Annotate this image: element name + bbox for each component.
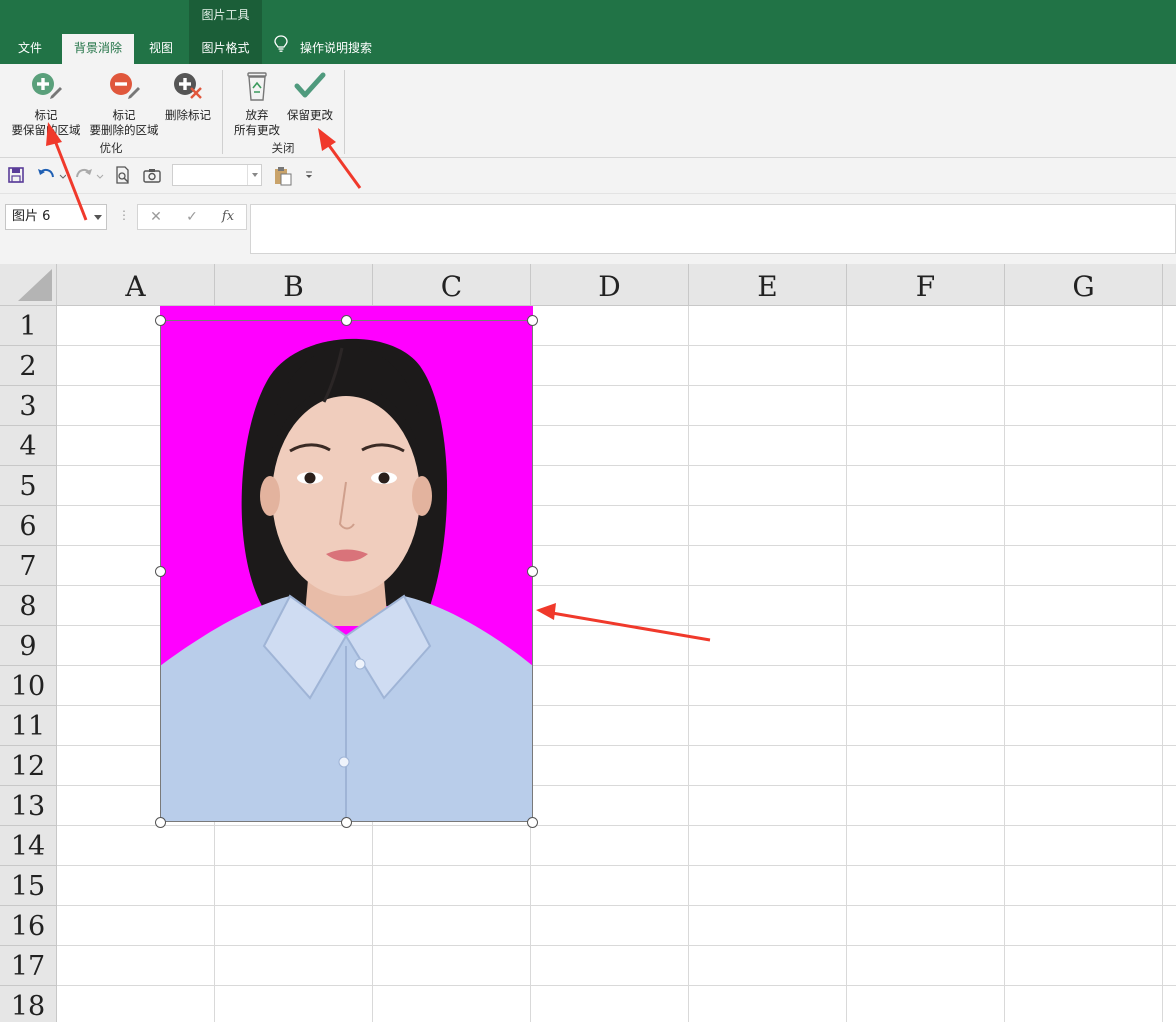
- resize-handle-left[interactable]: [155, 566, 166, 577]
- mark-areas-to-remove-button[interactable]: 标记 要删除的区域: [86, 70, 162, 138]
- gridline: [57, 905, 1176, 906]
- column-header-a[interactable]: A: [57, 264, 215, 306]
- delete-mark-button[interactable]: 删除标记: [162, 70, 214, 123]
- save-icon[interactable]: [7, 166, 27, 186]
- chevron-down-icon[interactable]: [94, 215, 102, 224]
- delete-mark-icon: [162, 70, 214, 106]
- quick-access-toolbar: [0, 158, 1176, 194]
- mark-areas-to-keep-button[interactable]: 标记 要保留的区域: [8, 70, 84, 138]
- customize-icon[interactable]: [303, 166, 315, 186]
- chevron-down-icon: [247, 165, 261, 185]
- row-header-7[interactable]: 7: [0, 546, 57, 586]
- ribbon-group-separator: [222, 70, 223, 154]
- name-box-value: 图片 6: [12, 209, 51, 224]
- column-header-b[interactable]: B: [215, 264, 373, 306]
- formula-input[interactable]: [250, 204, 1176, 254]
- delete-mark-label: 删除标记: [165, 108, 211, 122]
- recycle-bin-icon: [230, 70, 284, 106]
- row-header-6[interactable]: 6: [0, 506, 57, 546]
- formula-buttons: ✕ ✓ fx: [137, 204, 247, 230]
- keep-changes-button[interactable]: 保留更改: [284, 70, 336, 123]
- resize-handle-top[interactable]: [341, 315, 352, 326]
- formula-bar: 图片 6 ⋮ ✕ ✓ fx: [0, 194, 1176, 264]
- row-header-14[interactable]: 14: [0, 826, 57, 866]
- discard-all-changes-button[interactable]: 放弃 所有更改: [230, 70, 284, 138]
- print-preview-icon[interactable]: [114, 166, 134, 186]
- tell-me-label: 操作说明搜索: [300, 41, 373, 55]
- discard-label-2: 所有更改: [234, 123, 280, 137]
- name-box[interactable]: 图片 6: [5, 204, 107, 230]
- insert-function-button[interactable]: fx: [210, 205, 246, 229]
- row-header-2[interactable]: 2: [0, 346, 57, 386]
- gridline: [57, 945, 1176, 946]
- redo-icon[interactable]: [74, 166, 104, 186]
- row-header-15[interactable]: 15: [0, 866, 57, 906]
- discard-label-1: 放弃: [245, 108, 269, 122]
- ribbon-group-separator: [344, 70, 345, 154]
- row-header-9[interactable]: 9: [0, 626, 57, 666]
- undo-icon[interactable]: [36, 166, 67, 186]
- minus-pencil-icon: [86, 70, 162, 106]
- row-header-17[interactable]: 17: [0, 946, 57, 986]
- gridline: [688, 306, 689, 1022]
- ribbon: 标记 要保留的区域 标记 要删除的区域 删除标记 优化 放弃 所有更改 保留更改…: [0, 64, 1176, 158]
- lightbulb-icon: [274, 34, 294, 63]
- row-header-12[interactable]: 12: [0, 746, 57, 786]
- tab-file[interactable]: 文件: [8, 34, 52, 64]
- mark-keep-label-1: 标记: [34, 108, 58, 122]
- tab-view[interactable]: 视图: [139, 34, 183, 64]
- picture-tools-label: 图片工具: [201, 8, 250, 22]
- resize-handle-bottom-left[interactable]: [155, 817, 166, 828]
- gridline: [1162, 306, 1163, 1022]
- column-header-g[interactable]: G: [1005, 264, 1163, 306]
- mark-keep-label-2: 要保留的区域: [11, 123, 81, 137]
- row-header-5[interactable]: 5: [0, 466, 57, 506]
- column-header-f[interactable]: F: [847, 264, 1005, 306]
- tell-me-search[interactable]: 操作说明搜索: [274, 34, 372, 64]
- gridline: [57, 825, 1176, 826]
- cancel-button[interactable]: ✕: [138, 205, 174, 229]
- gridline: [846, 306, 847, 1022]
- row-header-11[interactable]: 11: [0, 706, 57, 746]
- tab-picture-format[interactable]: 图片格式: [189, 34, 262, 64]
- portrait-illustration: [160, 338, 533, 822]
- resize-handle-right[interactable]: [527, 566, 538, 577]
- select-all-button[interactable]: [0, 264, 57, 306]
- row-header-8[interactable]: 8: [0, 586, 57, 626]
- row-header-10[interactable]: 10: [0, 666, 57, 706]
- plus-pencil-icon: [8, 70, 84, 106]
- paste-icon[interactable]: [273, 166, 293, 186]
- row-header-1[interactable]: 1: [0, 306, 57, 346]
- row-header-16[interactable]: 16: [0, 906, 57, 946]
- gridline: [1004, 306, 1005, 1022]
- resize-handle-bottom[interactable]: [341, 817, 352, 828]
- tab-background-removal[interactable]: 背景消除: [62, 34, 134, 64]
- mark-remove-label-2: 要删除的区域: [89, 123, 159, 137]
- checkmark-icon: [284, 70, 336, 106]
- qat-dropdown[interactable]: [172, 164, 262, 186]
- gridline: [57, 865, 1176, 866]
- column-header-h[interactable]: [1163, 264, 1176, 306]
- more-icon[interactable]: ⋮: [118, 208, 130, 222]
- portrait-picture[interactable]: [160, 306, 533, 822]
- refine-group-label: 优化: [99, 141, 123, 155]
- resize-handle-bottom-right[interactable]: [527, 817, 538, 828]
- resize-handle-top-left[interactable]: [155, 315, 166, 326]
- column-header-d[interactable]: D: [531, 264, 689, 306]
- column-header-e[interactable]: E: [689, 264, 847, 306]
- row-header-18[interactable]: 18: [0, 986, 57, 1022]
- gridline: [57, 985, 1176, 986]
- row-header-4[interactable]: 4: [0, 426, 57, 466]
- enter-button[interactable]: ✓: [174, 205, 210, 229]
- column-header-c[interactable]: C: [373, 264, 531, 306]
- keep-changes-label: 保留更改: [287, 108, 333, 122]
- close-group-label: 关闭: [271, 141, 295, 155]
- resize-handle-top-right[interactable]: [527, 315, 538, 326]
- mark-remove-label-1: 标记: [112, 108, 136, 122]
- camera-icon[interactable]: [143, 166, 163, 186]
- row-header-13[interactable]: 13: [0, 786, 57, 826]
- row-header-3[interactable]: 3: [0, 386, 57, 426]
